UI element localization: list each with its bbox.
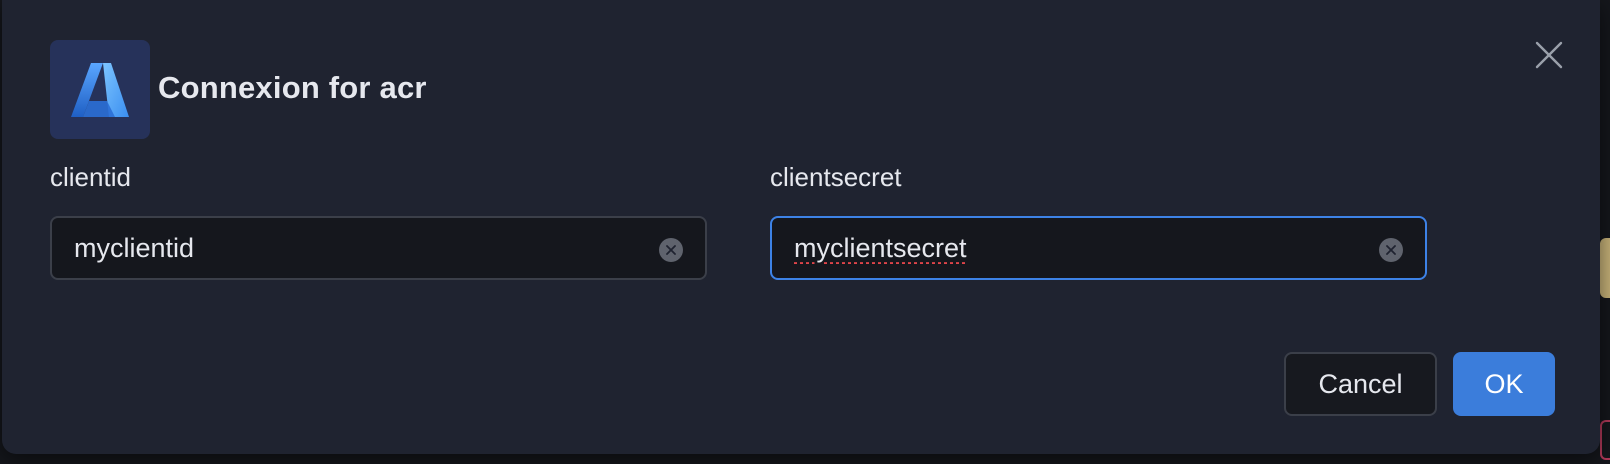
cancel-button[interactable]: Cancel [1284,352,1437,416]
clear-icon [1386,245,1396,255]
clientid-clear-button[interactable] [659,238,683,262]
dialog-title: Connexion for acr [158,70,427,105]
background-card-fragment [1600,238,1610,298]
background-badge-fragment [1600,420,1610,460]
clientsecret-label: clientsecret [770,162,902,192]
clientsecret-clear-button[interactable] [1379,238,1403,262]
clientid-label: clientid [50,162,131,192]
close-button[interactable] [1534,40,1564,70]
close-icon [1535,41,1563,69]
ok-button[interactable]: OK [1453,352,1555,416]
azure-logo-icon [50,40,150,139]
clientsecret-field-wrapper [770,216,1427,280]
connection-dialog: Connexion for acr clientid clientsecret … [2,0,1600,454]
clear-icon [666,245,676,255]
clientid-input[interactable] [52,218,705,278]
clientsecret-input[interactable] [772,218,1425,278]
clientid-field-wrapper [50,216,707,280]
